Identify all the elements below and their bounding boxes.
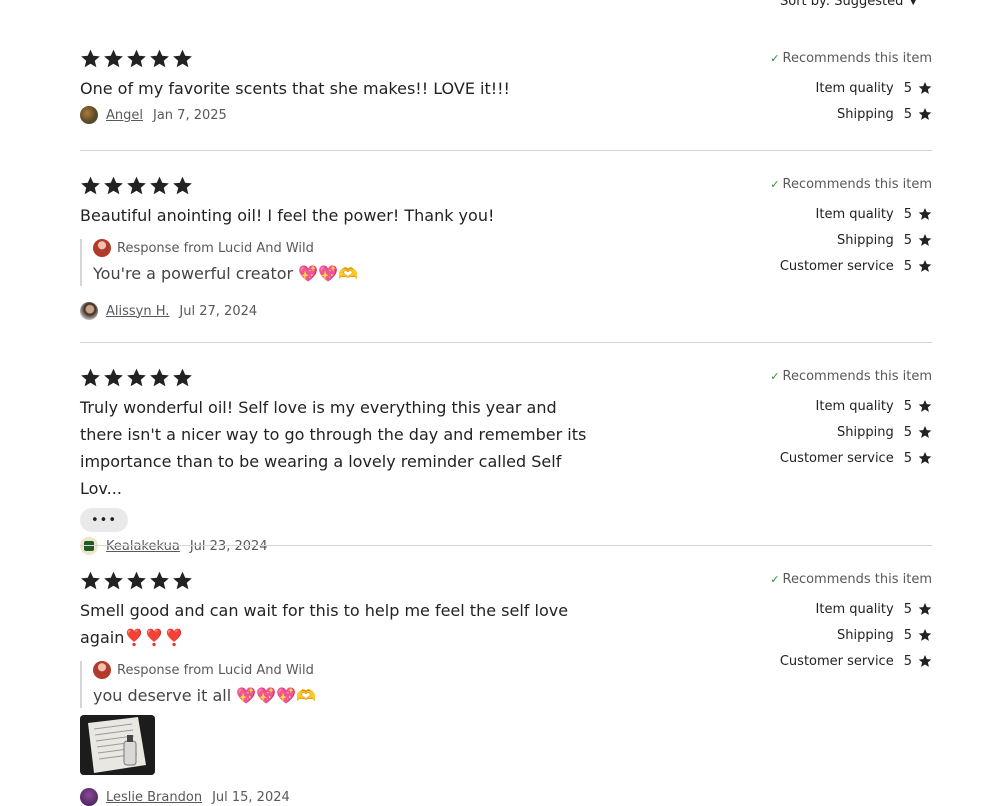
- star-icon: [126, 175, 147, 196]
- author-name-link[interactable]: Angel: [106, 108, 143, 123]
- star-icon: [80, 367, 101, 388]
- star-icon: [149, 367, 170, 388]
- star-icon: [918, 451, 932, 465]
- avatar: [80, 537, 98, 555]
- star-icon: [126, 367, 147, 388]
- review-author: Kealakekua Jul 23, 2024: [80, 537, 932, 555]
- star-icon: [918, 399, 932, 413]
- star-icon: [918, 628, 932, 642]
- review-text: One of my favorite scents that she makes…: [80, 79, 510, 98]
- review-text: Smell good and can wait for this to help…: [80, 601, 569, 647]
- star-icon: [103, 367, 124, 388]
- review-date: Jul 23, 2024: [189, 538, 268, 554]
- star-icon: [918, 259, 932, 273]
- avatar: [80, 106, 98, 124]
- chevron-down-icon: ▼: [909, 0, 918, 7]
- star-icon: [126, 570, 147, 591]
- star-icon: [149, 175, 170, 196]
- divider: [80, 545, 932, 546]
- star-icon: [918, 654, 932, 668]
- star-icon: [172, 175, 193, 196]
- rating-shipping: Shipping 5: [702, 419, 932, 445]
- star-icon: [149, 48, 170, 69]
- divider: [80, 150, 932, 151]
- star-icon: [918, 207, 932, 221]
- rating-item-quality: Item quality 5: [702, 201, 932, 227]
- star-icon: [103, 48, 124, 69]
- seller-avatar: [93, 661, 111, 679]
- review-card: One of my favorite scents that she makes…: [80, 48, 932, 124]
- response-text: you deserve it all 💖💖💖🫶: [93, 686, 316, 705]
- star-icon: [172, 48, 193, 69]
- rating-item-quality: Item quality 5: [702, 393, 932, 419]
- star-icon: [149, 570, 170, 591]
- author-name-link[interactable]: Alissyn H.: [106, 304, 169, 319]
- response-from-label: Response from Lucid And Wild: [117, 662, 314, 678]
- star-icon: [103, 570, 124, 591]
- review-author: Leslie Brandon Jul 15, 2024: [80, 788, 932, 806]
- check-icon: ✓: [770, 573, 780, 586]
- review-date: Jul 15, 2024: [212, 789, 290, 805]
- review-ratings: ✓ Recommends this item Item quality 5 Sh…: [702, 175, 932, 279]
- review-date: Jul 27, 2024: [179, 303, 258, 319]
- check-icon: ✓: [770, 370, 780, 383]
- rating-shipping: Shipping 5: [702, 227, 932, 253]
- check-icon: ✓: [770, 178, 780, 191]
- review-date: Jan 7, 2025: [153, 107, 227, 123]
- review-photo[interactable]: [80, 715, 155, 775]
- avatar: [80, 302, 98, 320]
- star-icon: [918, 425, 932, 439]
- rating-shipping: Shipping 5: [702, 101, 932, 127]
- review-photo-image: [80, 715, 155, 775]
- recommend-badge: ✓ Recommends this item: [770, 51, 932, 66]
- review-card: Truly wonderful oil! Self love is my eve…: [80, 367, 932, 555]
- star-icon: [172, 570, 193, 591]
- star-icon: [126, 48, 147, 69]
- author-name-link[interactable]: Leslie Brandon: [106, 790, 202, 805]
- star-icon: [918, 81, 932, 95]
- review-text: Beautiful anointing oil! I feel the powe…: [80, 206, 495, 225]
- review-text: Truly wonderful oil! Self love is my eve…: [80, 398, 587, 498]
- review-ratings: ✓ Recommends this item Item quality 5 Sh…: [702, 367, 932, 471]
- recommend-badge: ✓ Recommends this item: [770, 369, 932, 384]
- rating-customer-service: Customer service 5: [702, 445, 932, 471]
- recommend-badge: ✓ Recommends this item: [770, 572, 932, 587]
- seller-avatar: [93, 239, 111, 257]
- star-icon: [172, 367, 193, 388]
- star-icon: [80, 48, 101, 69]
- review-card: Beautiful anointing oil! I feel the powe…: [80, 175, 932, 320]
- rating-customer-service: Customer service 5: [702, 253, 932, 279]
- star-icon: [918, 602, 932, 616]
- rating-item-quality: Item quality 5: [702, 75, 932, 101]
- review-ratings: ✓ Recommends this item Item quality 5 Sh…: [702, 48, 932, 127]
- star-icon: [103, 175, 124, 196]
- avatar: [80, 788, 98, 806]
- review-card: Smell good and can wait for this to help…: [80, 570, 932, 806]
- response-from-label: Response from Lucid And Wild: [117, 240, 314, 256]
- recommend-badge: ✓ Recommends this item: [770, 177, 932, 192]
- star-icon: [918, 233, 932, 247]
- sort-dropdown[interactable]: Sort by: Suggested ▼: [780, 0, 917, 9]
- star-icon: [918, 107, 932, 121]
- divider: [80, 342, 932, 343]
- star-icon: [80, 570, 101, 591]
- author-name-link[interactable]: Kealakekua: [106, 539, 180, 554]
- rating-customer-service: Customer service 5: [702, 648, 932, 674]
- review-ratings: ✓ Recommends this item Item quality 5 Sh…: [702, 570, 932, 674]
- rating-item-quality: Item quality 5: [702, 596, 932, 622]
- review-author: Alissyn H. Jul 27, 2024: [80, 302, 932, 320]
- sort-label: Sort by: Suggested: [780, 0, 904, 9]
- rating-shipping: Shipping 5: [702, 622, 932, 648]
- star-icon: [80, 175, 101, 196]
- read-more-button[interactable]: •••: [80, 508, 128, 532]
- check-icon: ✓: [770, 52, 780, 65]
